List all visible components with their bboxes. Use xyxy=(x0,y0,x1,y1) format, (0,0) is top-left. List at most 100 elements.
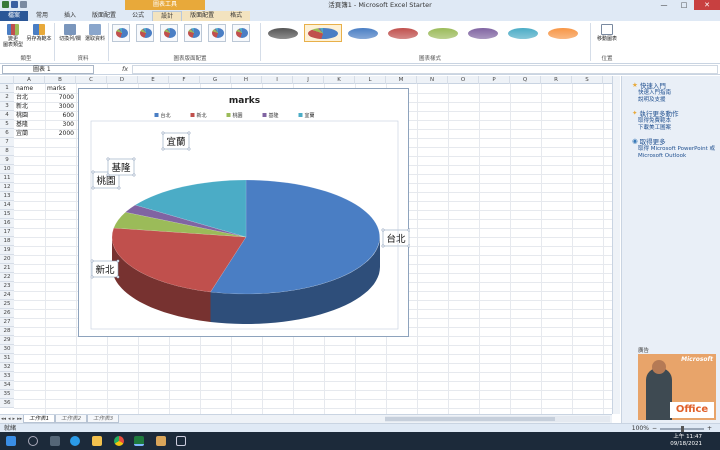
save-icon[interactable] xyxy=(11,1,18,8)
column-header[interactable]: T xyxy=(603,76,612,84)
selection-handle[interactable] xyxy=(116,275,120,279)
tab-format[interactable]: 格式 xyxy=(222,11,251,21)
data-label[interactable]: 宜蘭 xyxy=(161,131,191,151)
row-header[interactable]: 16 xyxy=(0,219,14,228)
free-templates-link[interactable]: 取得免費範本 xyxy=(632,118,678,125)
chart-style-4[interactable] xyxy=(384,24,422,42)
row-header[interactable]: 11 xyxy=(0,174,14,183)
table-cell[interactable]: marks xyxy=(47,84,74,93)
row-header[interactable]: 33 xyxy=(0,372,14,381)
name-box[interactable]: 圖表 1 xyxy=(2,65,94,74)
row-header[interactable]: 19 xyxy=(0,246,14,255)
chart-layout-5[interactable] xyxy=(208,24,226,42)
help-support-link[interactable]: 說明及支援 xyxy=(632,97,671,104)
select-data-button[interactable]: 選取資料 xyxy=(84,24,106,42)
chart-style-8[interactable] xyxy=(544,24,582,42)
row-header[interactable]: 14 xyxy=(0,201,14,210)
chart-layout-2[interactable] xyxy=(136,24,154,42)
chart-style-5[interactable] xyxy=(424,24,462,42)
table-cell[interactable]: 3000 xyxy=(47,102,74,111)
quickstart-guide-link[interactable]: 快速入門指南 xyxy=(632,90,671,97)
sheet-tab-3[interactable]: 工作表3 xyxy=(87,415,120,423)
column-header[interactable]: S xyxy=(572,76,603,84)
data-label[interactable]: 台北 xyxy=(381,228,410,248)
zoom-slider-thumb[interactable] xyxy=(680,425,684,432)
selection-handle[interactable] xyxy=(187,147,191,151)
tab-page-layout[interactable]: 版面配置 xyxy=(84,11,124,21)
chart-title[interactable]: marks xyxy=(229,96,260,106)
row-header[interactable]: 30 xyxy=(0,345,14,354)
column-header[interactable]: D xyxy=(107,76,138,84)
column-header[interactable]: P xyxy=(479,76,510,84)
row-header[interactable]: 12 xyxy=(0,183,14,192)
column-header[interactable]: E xyxy=(138,76,169,84)
row-header[interactable]: 29 xyxy=(0,336,14,345)
undo-icon[interactable] xyxy=(20,1,27,8)
formula-input[interactable] xyxy=(132,65,718,74)
row-header[interactable]: 22 xyxy=(0,273,14,282)
selection-handle[interactable] xyxy=(381,244,385,248)
column-header[interactable]: O xyxy=(448,76,479,84)
column-header[interactable]: R xyxy=(541,76,572,84)
table-cell[interactable]: 2000 xyxy=(47,129,74,138)
minimize-button[interactable]: — xyxy=(654,0,674,10)
column-header[interactable]: B xyxy=(45,76,76,84)
row-header[interactable]: 24 xyxy=(0,291,14,300)
column-header[interactable]: F xyxy=(169,76,200,84)
move-chart-button[interactable]: 移動圖表 xyxy=(594,24,620,42)
row-header[interactable]: 1 xyxy=(0,84,14,93)
tab-file[interactable]: 檔案 xyxy=(0,11,29,21)
system-clock[interactable]: 上午 11:47 09/18/2021 xyxy=(670,434,702,448)
column-header[interactable]: N xyxy=(417,76,448,84)
horizontal-scrollbar[interactable] xyxy=(385,416,610,422)
row-header[interactable]: 23 xyxy=(0,282,14,291)
selection-handle[interactable] xyxy=(407,228,410,232)
chart-layout-1[interactable] xyxy=(112,24,130,42)
start-icon[interactable] xyxy=(6,436,16,446)
office-advertisement[interactable]: Microsoft Office xyxy=(638,354,716,420)
table-cell[interactable]: 300 xyxy=(47,120,74,129)
chart-object[interactable]: marks 台北 新北 桃園 基隆 宜蘭 台北 新北 桃園 基隆 宜蘭 xyxy=(78,88,410,337)
selection-handle[interactable] xyxy=(117,186,121,190)
row-header[interactable]: 36 xyxy=(0,399,14,408)
chart-layout-4[interactable] xyxy=(184,24,202,42)
row-header[interactable]: 34 xyxy=(0,381,14,390)
data-label[interactable]: 基隆 xyxy=(106,157,136,177)
paint-icon[interactable] xyxy=(156,436,166,446)
tab-insert[interactable]: 插入 xyxy=(56,11,84,21)
column-header[interactable]: L xyxy=(355,76,386,84)
selection-handle[interactable] xyxy=(91,186,95,190)
column-header[interactable]: G xyxy=(200,76,231,84)
chart-style-6[interactable] xyxy=(464,24,502,42)
table-cell[interactable]: 600 xyxy=(47,111,74,120)
row-header[interactable]: 6 xyxy=(0,129,14,138)
chart-style-1[interactable] xyxy=(264,24,302,42)
tab-formulas[interactable]: 公式 xyxy=(124,11,152,21)
row-header[interactable]: 10 xyxy=(0,165,14,174)
close-button[interactable]: ✕ xyxy=(694,0,720,10)
selection-handle[interactable] xyxy=(381,228,385,232)
selection-handle[interactable] xyxy=(187,131,191,135)
selection-handle[interactable] xyxy=(116,259,120,263)
row-header[interactable]: 5 xyxy=(0,120,14,129)
table-cell[interactable]: 台北 xyxy=(16,93,43,102)
maximize-button[interactable]: □ xyxy=(674,0,694,10)
row-header[interactable]: 26 xyxy=(0,309,14,318)
horizontal-scroll-thumb[interactable] xyxy=(385,417,555,421)
search-icon[interactable] xyxy=(28,436,38,446)
task-view-icon[interactable] xyxy=(50,436,60,446)
selection-handle[interactable] xyxy=(106,157,110,161)
sheet-tab-2[interactable]: 工作表2 xyxy=(55,415,88,423)
excel-taskbar-icon[interactable] xyxy=(134,436,144,446)
column-header[interactable]: M xyxy=(386,76,417,84)
selection-handle[interactable] xyxy=(407,244,410,248)
outlook-link[interactable]: Microsoft Outlook xyxy=(632,153,715,160)
column-header[interactable]: J xyxy=(293,76,324,84)
select-all-corner[interactable] xyxy=(0,76,14,84)
sheet-tab-1[interactable]: 工作表1 xyxy=(23,415,56,423)
app-window-icon[interactable] xyxy=(176,436,186,446)
selection-handle[interactable] xyxy=(161,147,165,151)
chart-style-2[interactable] xyxy=(304,24,342,42)
chart-style-3[interactable] xyxy=(344,24,382,42)
table-cell[interactable]: 7000 xyxy=(47,93,74,102)
